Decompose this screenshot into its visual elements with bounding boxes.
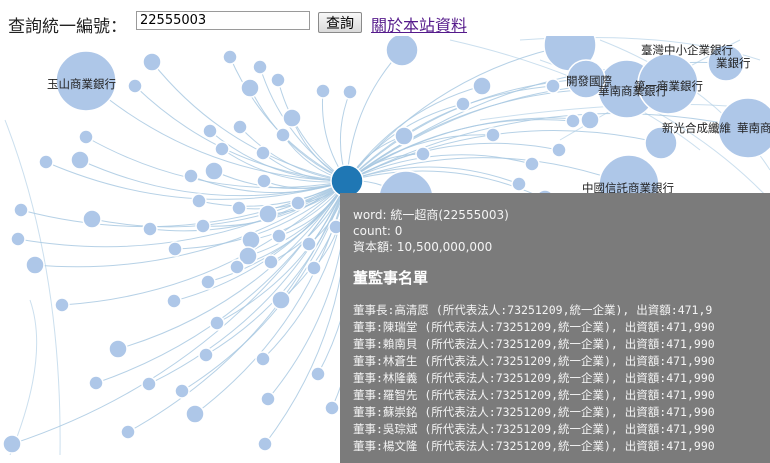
graph-edge [9, 299, 38, 455]
company-node[interactable] [10, 231, 26, 247]
company-node[interactable] [551, 142, 567, 158]
company-node[interactable] [108, 339, 128, 359]
company-node[interactable] [252, 59, 268, 75]
company-node[interactable] [141, 376, 157, 392]
node-label: 華南商 [737, 121, 770, 135]
company-node[interactable] [258, 204, 278, 224]
company-node[interactable] [231, 200, 247, 216]
director-row: 董事:陳瑞堂 (所代表法人:73251209,統一企業), 出資額:471,99… [353, 320, 715, 334]
company-node[interactable] [70, 150, 90, 170]
node-label: 新光合成纖維 [662, 121, 731, 135]
company-node[interactable] [271, 228, 287, 244]
about-link[interactable]: 關於本站資料 [371, 12, 467, 36]
company-node[interactable] [191, 193, 207, 209]
tooltip-word: word: 統一超商(22555003) [353, 208, 509, 222]
director-list: 董事長:高清愿 (所代表法人:73251209,統一企業), 出資額:471,9… [353, 302, 770, 455]
company-tooltip: word: 統一超商(22555003) count: 0 資本額: 10,50… [340, 193, 770, 463]
company-node[interactable] [310, 366, 326, 382]
company-node[interactable] [142, 52, 162, 72]
company-node[interactable] [324, 400, 340, 416]
company-node[interactable] [275, 127, 291, 143]
director-row: 董事:林蒼生 (所代表法人:73251209,統一企業), 出資額:471,99… [353, 354, 715, 368]
company-node[interactable] [301, 236, 317, 252]
company-node[interactable] [202, 123, 218, 139]
company-node[interactable] [415, 146, 431, 162]
company-node[interactable] [13, 202, 29, 218]
company-node[interactable] [120, 424, 136, 440]
company-node[interactable] [78, 129, 94, 145]
company-node[interactable] [25, 255, 45, 275]
company-node[interactable] [472, 76, 492, 96]
company-node[interactable] [255, 145, 271, 161]
company-node[interactable] [195, 218, 211, 234]
company-node[interactable] [270, 72, 286, 88]
graph-edge [346, 78, 587, 182]
search-label: 查詢統一編號： [8, 17, 127, 37]
company-node[interactable] [204, 161, 224, 181]
company-node[interactable] [255, 351, 271, 367]
node-label: 業銀行 [716, 56, 751, 70]
company-node[interactable] [315, 83, 331, 99]
director-row: 董事:楊文隆 (所代表法人:73251209,統一企業), 出資額:471,99… [353, 439, 715, 453]
node-label: 第一商業銀行 [634, 79, 703, 93]
company-node[interactable] [174, 383, 190, 399]
company-node[interactable] [306, 260, 322, 276]
company-node[interactable] [54, 297, 70, 313]
company-node[interactable] [511, 176, 527, 192]
company-node[interactable] [232, 119, 248, 135]
company-node[interactable] [263, 254, 279, 270]
graph-edge [4, 119, 61, 455]
company-node[interactable] [240, 78, 260, 98]
director-row: 董事長:高清愿 (所代表法人:73251209,統一企業), 出資額:471,9 [353, 303, 713, 317]
company-node[interactable] [166, 293, 182, 309]
company-node[interactable] [271, 290, 291, 310]
search-button[interactable]: 查詢 [318, 12, 362, 33]
company-node[interactable] [222, 49, 238, 65]
company-node[interactable] [385, 36, 419, 67]
company-node[interactable] [127, 78, 143, 94]
company-node[interactable] [2, 434, 22, 454]
company-node[interactable] [200, 274, 216, 290]
company-node[interactable] [38, 154, 54, 170]
company-node[interactable] [282, 108, 302, 128]
company-node[interactable] [394, 126, 414, 146]
company-node[interactable] [342, 84, 358, 100]
company-node[interactable] [524, 156, 540, 172]
company-node[interactable] [82, 209, 102, 229]
company-node[interactable] [241, 230, 261, 250]
company-node[interactable] [209, 315, 225, 331]
tooltip-title: 董監事名單 [353, 269, 429, 287]
company-node[interactable] [142, 221, 158, 237]
company-node[interactable] [185, 404, 205, 424]
director-row: 董事:蘇崇銘 (所代表法人:73251209,統一企業), 出資額:471,99… [353, 405, 715, 419]
director-row: 董事:羅智先 (所代表法人:73251209,統一企業), 出資額:471,99… [353, 388, 715, 402]
company-node[interactable] [257, 436, 273, 452]
search-bar: 查詢統一編號： 查詢 關於本站資料 [0, 0, 770, 37]
company-node[interactable] [260, 391, 276, 407]
tax-id-input[interactable] [136, 11, 310, 30]
director-row: 董事:林隆義 (所代表法人:73251209,統一企業), 出資額:471,99… [353, 371, 715, 385]
company-node[interactable] [229, 259, 245, 275]
tooltip-capital: 資本額: 10,500,000,000 [353, 240, 493, 254]
node-label: 玉山商業銀行 [47, 77, 116, 91]
company-node[interactable] [290, 195, 306, 211]
company-node[interactable] [256, 173, 272, 189]
company-node[interactable] [580, 110, 600, 130]
company-node[interactable] [183, 168, 199, 184]
company-node[interactable] [167, 241, 183, 257]
director-row: 董事:賴南貝 (所代表法人:73251209,統一企業), 出資額:471,99… [353, 337, 715, 351]
node-label: 臺灣中小企業銀行 [641, 43, 733, 57]
company-node[interactable] [455, 96, 471, 112]
tooltip-count: count: 0 [353, 224, 403, 238]
company-node[interactable] [198, 347, 214, 363]
company-node[interactable] [88, 375, 104, 391]
company-node[interactable] [485, 127, 501, 143]
company-node[interactable] [214, 141, 230, 157]
company-node[interactable] [545, 78, 561, 94]
graph-edge [34, 180, 348, 268]
company-node[interactable] [565, 113, 581, 129]
director-row: 董事:吳琮斌 (所代表法人:73251209,統一企業), 出資額:471,99… [353, 422, 715, 436]
